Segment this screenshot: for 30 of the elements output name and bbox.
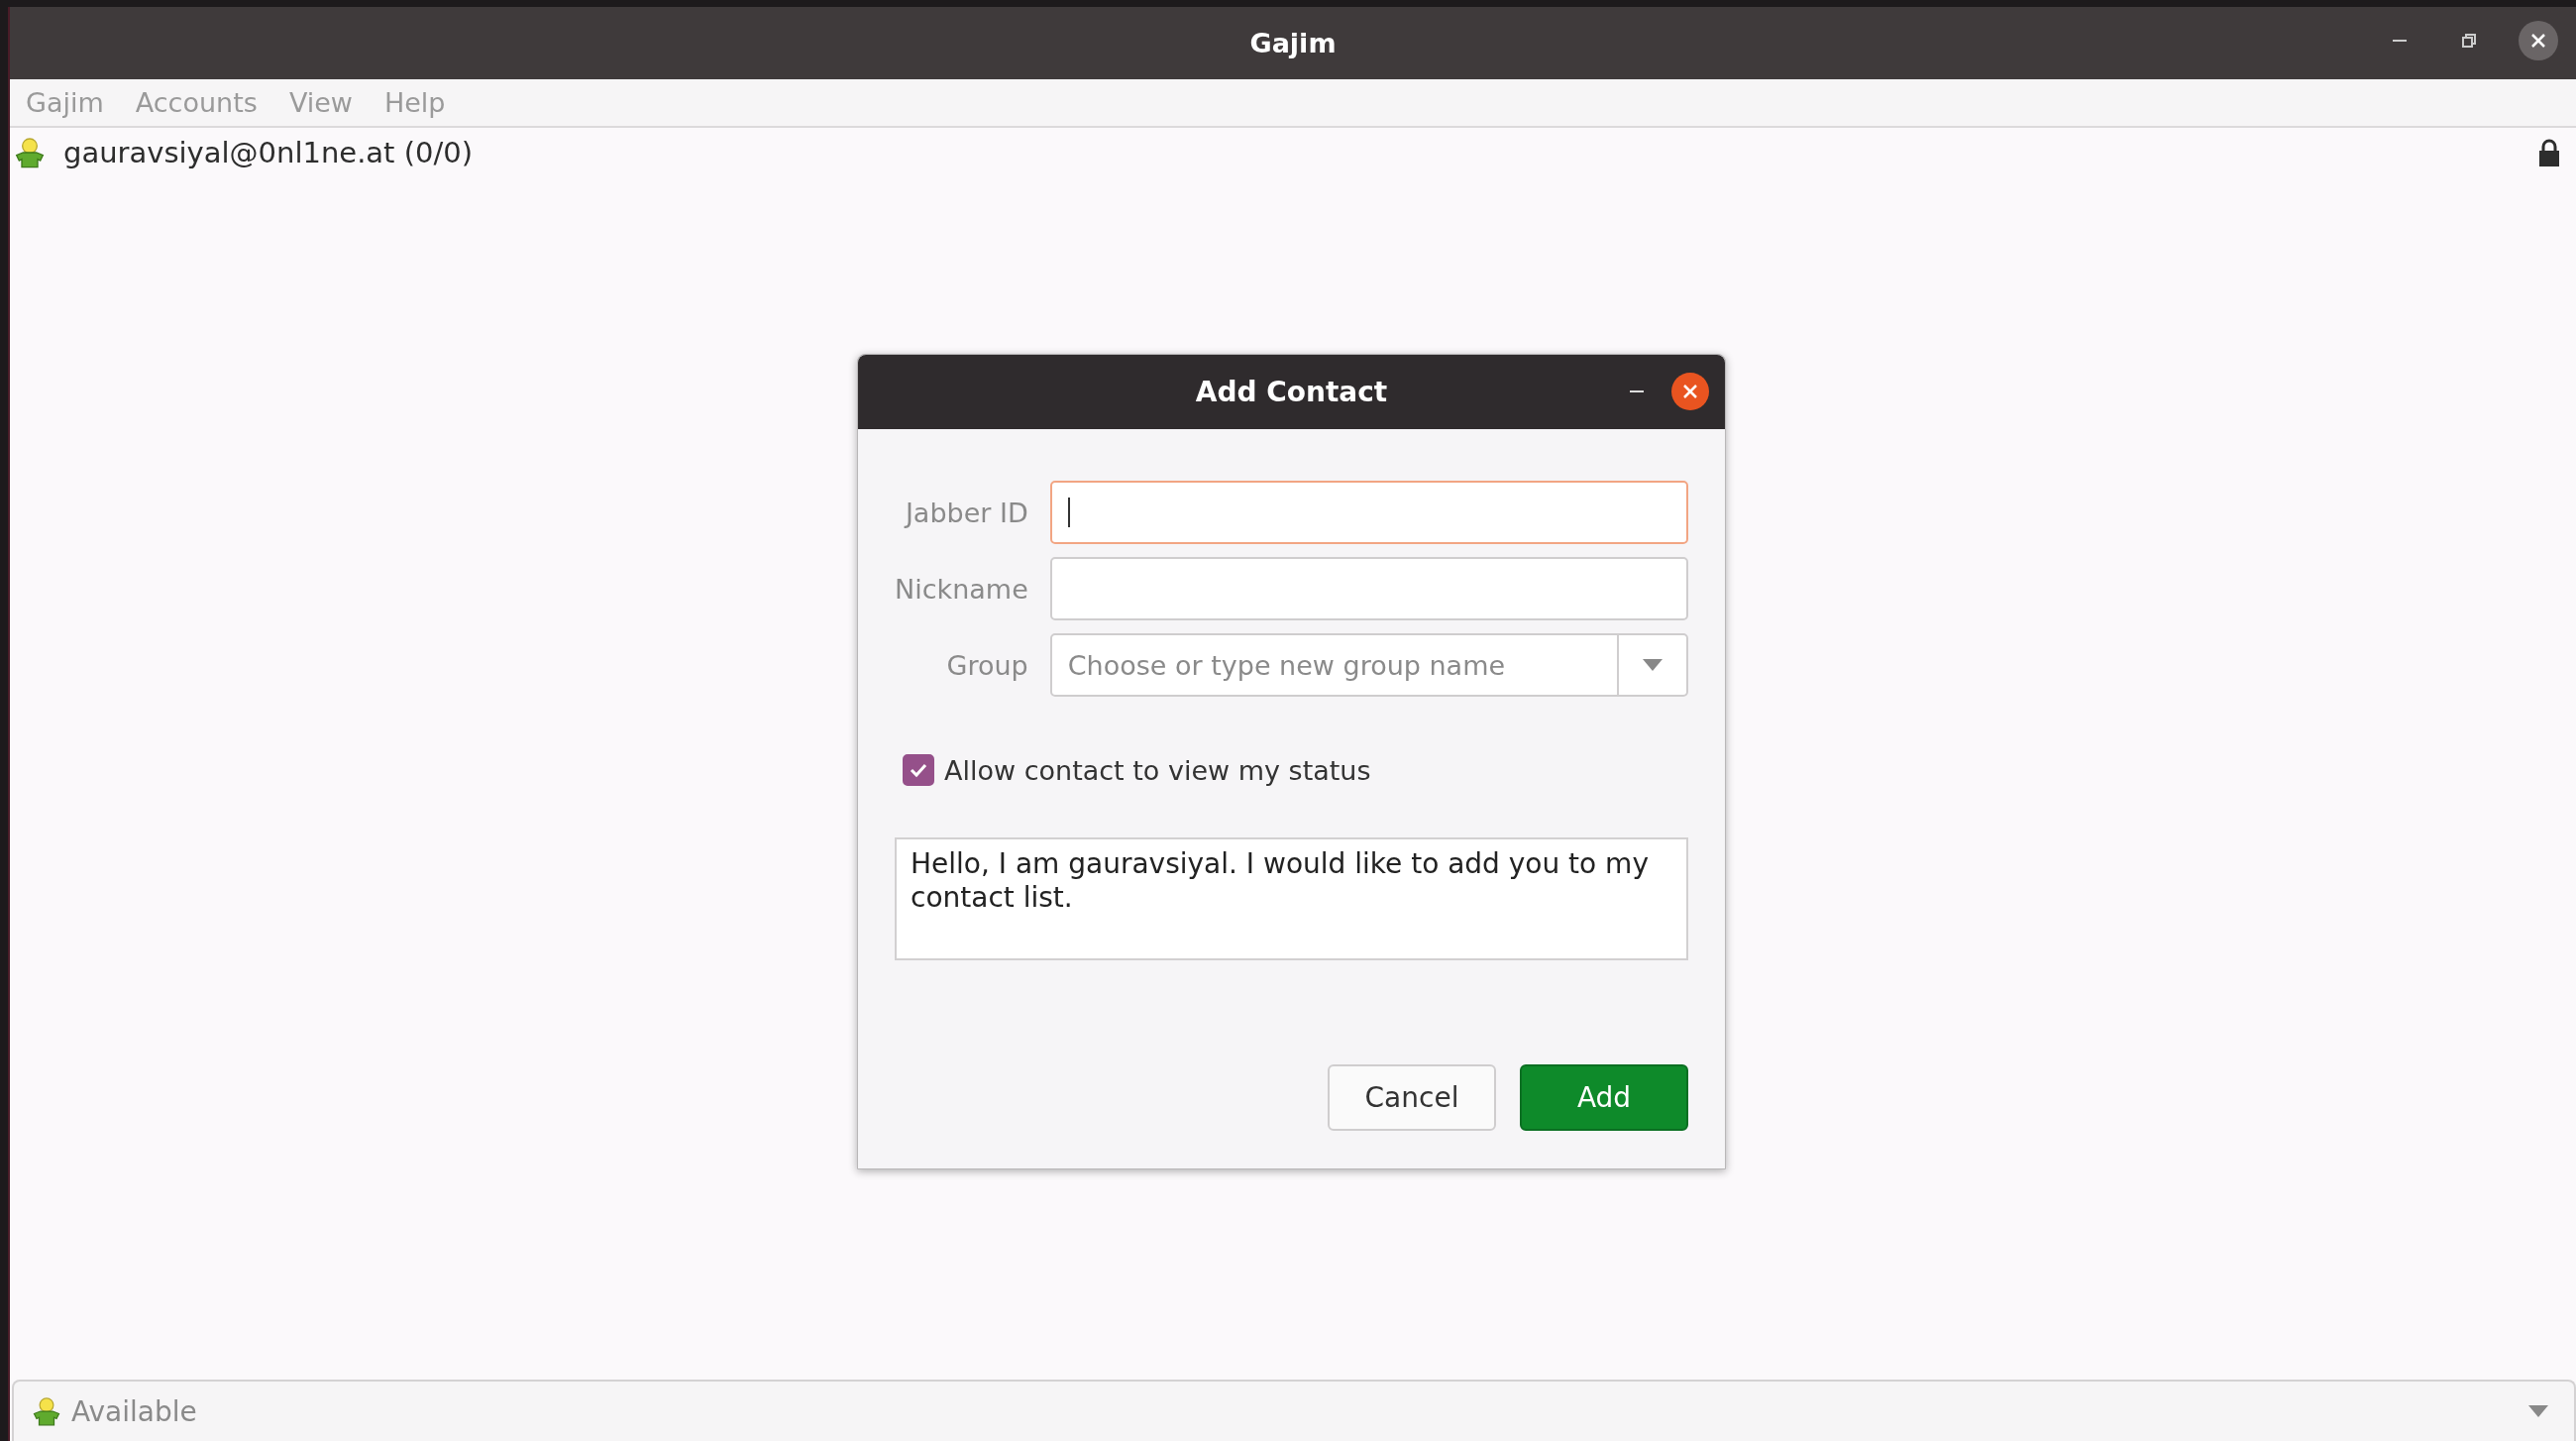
- checkbox-label: Allow contact to view my status: [944, 754, 1371, 786]
- checkbox[interactable]: [903, 754, 934, 786]
- input-field[interactable]: [1049, 481, 1688, 544]
- restore-icon: [2459, 31, 2479, 51]
- group-combo-box[interactable]: Choose or type new group name: [1049, 633, 1688, 697]
- close-button[interactable]: [1671, 373, 1709, 410]
- window-title: Gajim: [1249, 28, 1337, 58]
- status-selector[interactable]: Available: [12, 1380, 2576, 1441]
- dropdown-arrow-icon: [2528, 1405, 2548, 1417]
- menu-item[interactable]: Gajim: [26, 87, 104, 118]
- person-icon: [14, 137, 46, 168]
- dropdown-arrow-icon: [1643, 659, 1663, 671]
- dialog-title: Add Contact: [1195, 376, 1388, 408]
- field-label: Group: [945, 649, 1028, 681]
- menu-item[interactable]: Accounts: [135, 87, 258, 118]
- minimize-icon: [2393, 40, 2407, 42]
- field-label: Jabber ID: [903, 497, 1028, 528]
- input-field[interactable]: [1049, 557, 1688, 620]
- close-icon: [1681, 383, 1699, 400]
- lock-icon: [2538, 139, 2560, 166]
- add-button[interactable]: Add: [1520, 1064, 1688, 1131]
- cancel-button[interactable]: Cancel: [1328, 1064, 1496, 1131]
- person-icon: [32, 1396, 61, 1426]
- minimize-icon: [1630, 390, 1644, 392]
- field-label: Nickname: [895, 573, 1028, 605]
- message-text-area[interactable]: Hello, I am gauravsiyal. I would like to add you to my contact list.: [895, 837, 1688, 960]
- menu-item[interactable]: View: [288, 87, 353, 118]
- menu-item[interactable]: Help: [383, 87, 446, 118]
- account-name[interactable]: gauravsiyal@0nl1ne.at (0/0): [63, 136, 2521, 169]
- close-button[interactable]: [2519, 21, 2558, 60]
